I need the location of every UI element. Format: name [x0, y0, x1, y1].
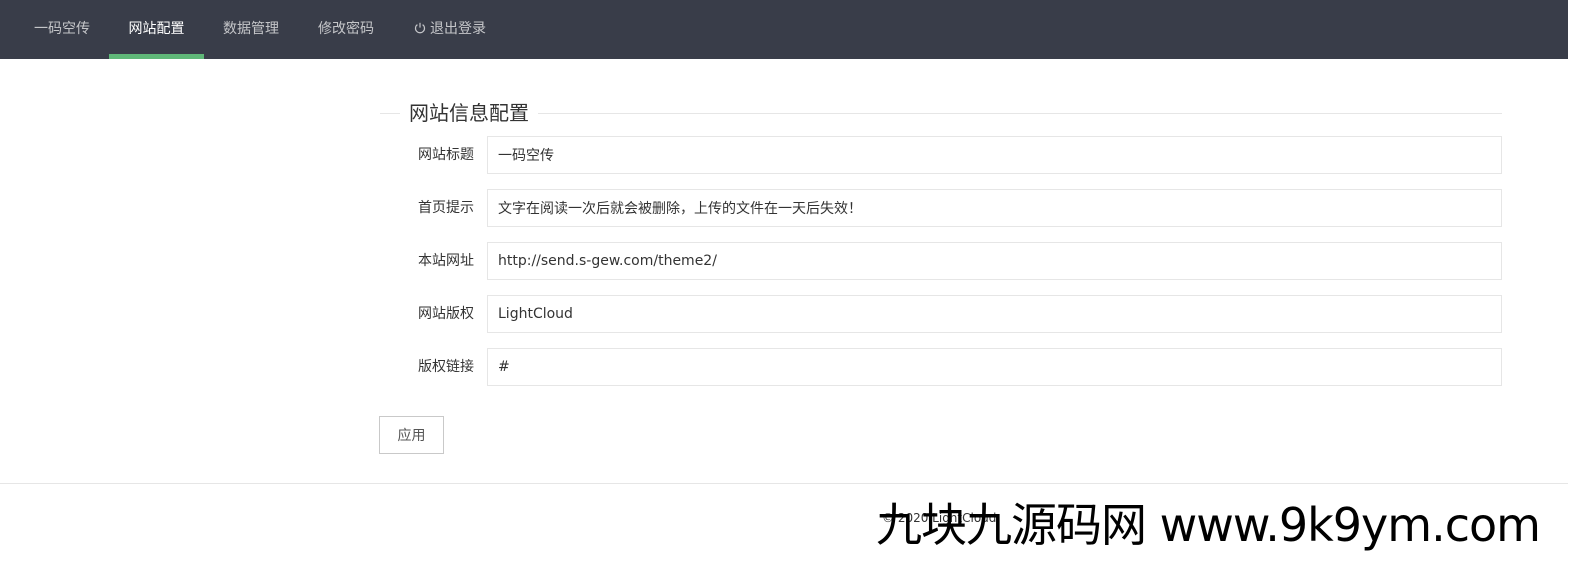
site-url-input[interactable]: [487, 242, 1502, 280]
home-tip-input[interactable]: [487, 189, 1502, 227]
home-tip-label: 首页提示: [418, 200, 474, 216]
nav-item-home[interactable]: 一码空传: [34, 0, 90, 59]
copyright-link-input[interactable]: [487, 348, 1502, 386]
site-url-label: 本站网址: [418, 253, 474, 269]
fieldset-line-left: [380, 113, 400, 114]
site-copyright-label: 网站版权: [418, 306, 474, 322]
footer-divider: [0, 483, 1568, 484]
nav-item-label: 数据管理: [223, 21, 279, 37]
nav-item-label: 一码空传: [34, 21, 90, 37]
nav-item-change-password[interactable]: 修改密码: [318, 0, 374, 59]
site-copyright-input[interactable]: [487, 295, 1502, 333]
nav-item-label: 退出登录: [430, 21, 486, 37]
nav-item-logout[interactable]: 退出登录: [412, 0, 488, 59]
nav-item-label: 修改密码: [318, 21, 374, 37]
site-title-input[interactable]: [487, 136, 1502, 174]
nav-item-site-config[interactable]: 网站配置: [109, 0, 204, 59]
copyright-link-label: 版权链接: [418, 359, 474, 375]
fieldset-legend: 网站信息配置: [409, 101, 529, 125]
watermark-text: 九块九源码网 www.9k9ym.com: [876, 498, 1541, 552]
top-navigation: 一码空传 网站配置 数据管理 修改密码 退出登录: [0, 0, 1568, 59]
fieldset-line-right: [538, 113, 1502, 114]
power-icon: [414, 22, 426, 34]
nav-item-data-management[interactable]: 数据管理: [223, 0, 279, 59]
apply-button[interactable]: 应用: [379, 416, 444, 454]
site-title-label: 网站标题: [418, 147, 474, 163]
nav-item-label: 网站配置: [128, 21, 185, 37]
